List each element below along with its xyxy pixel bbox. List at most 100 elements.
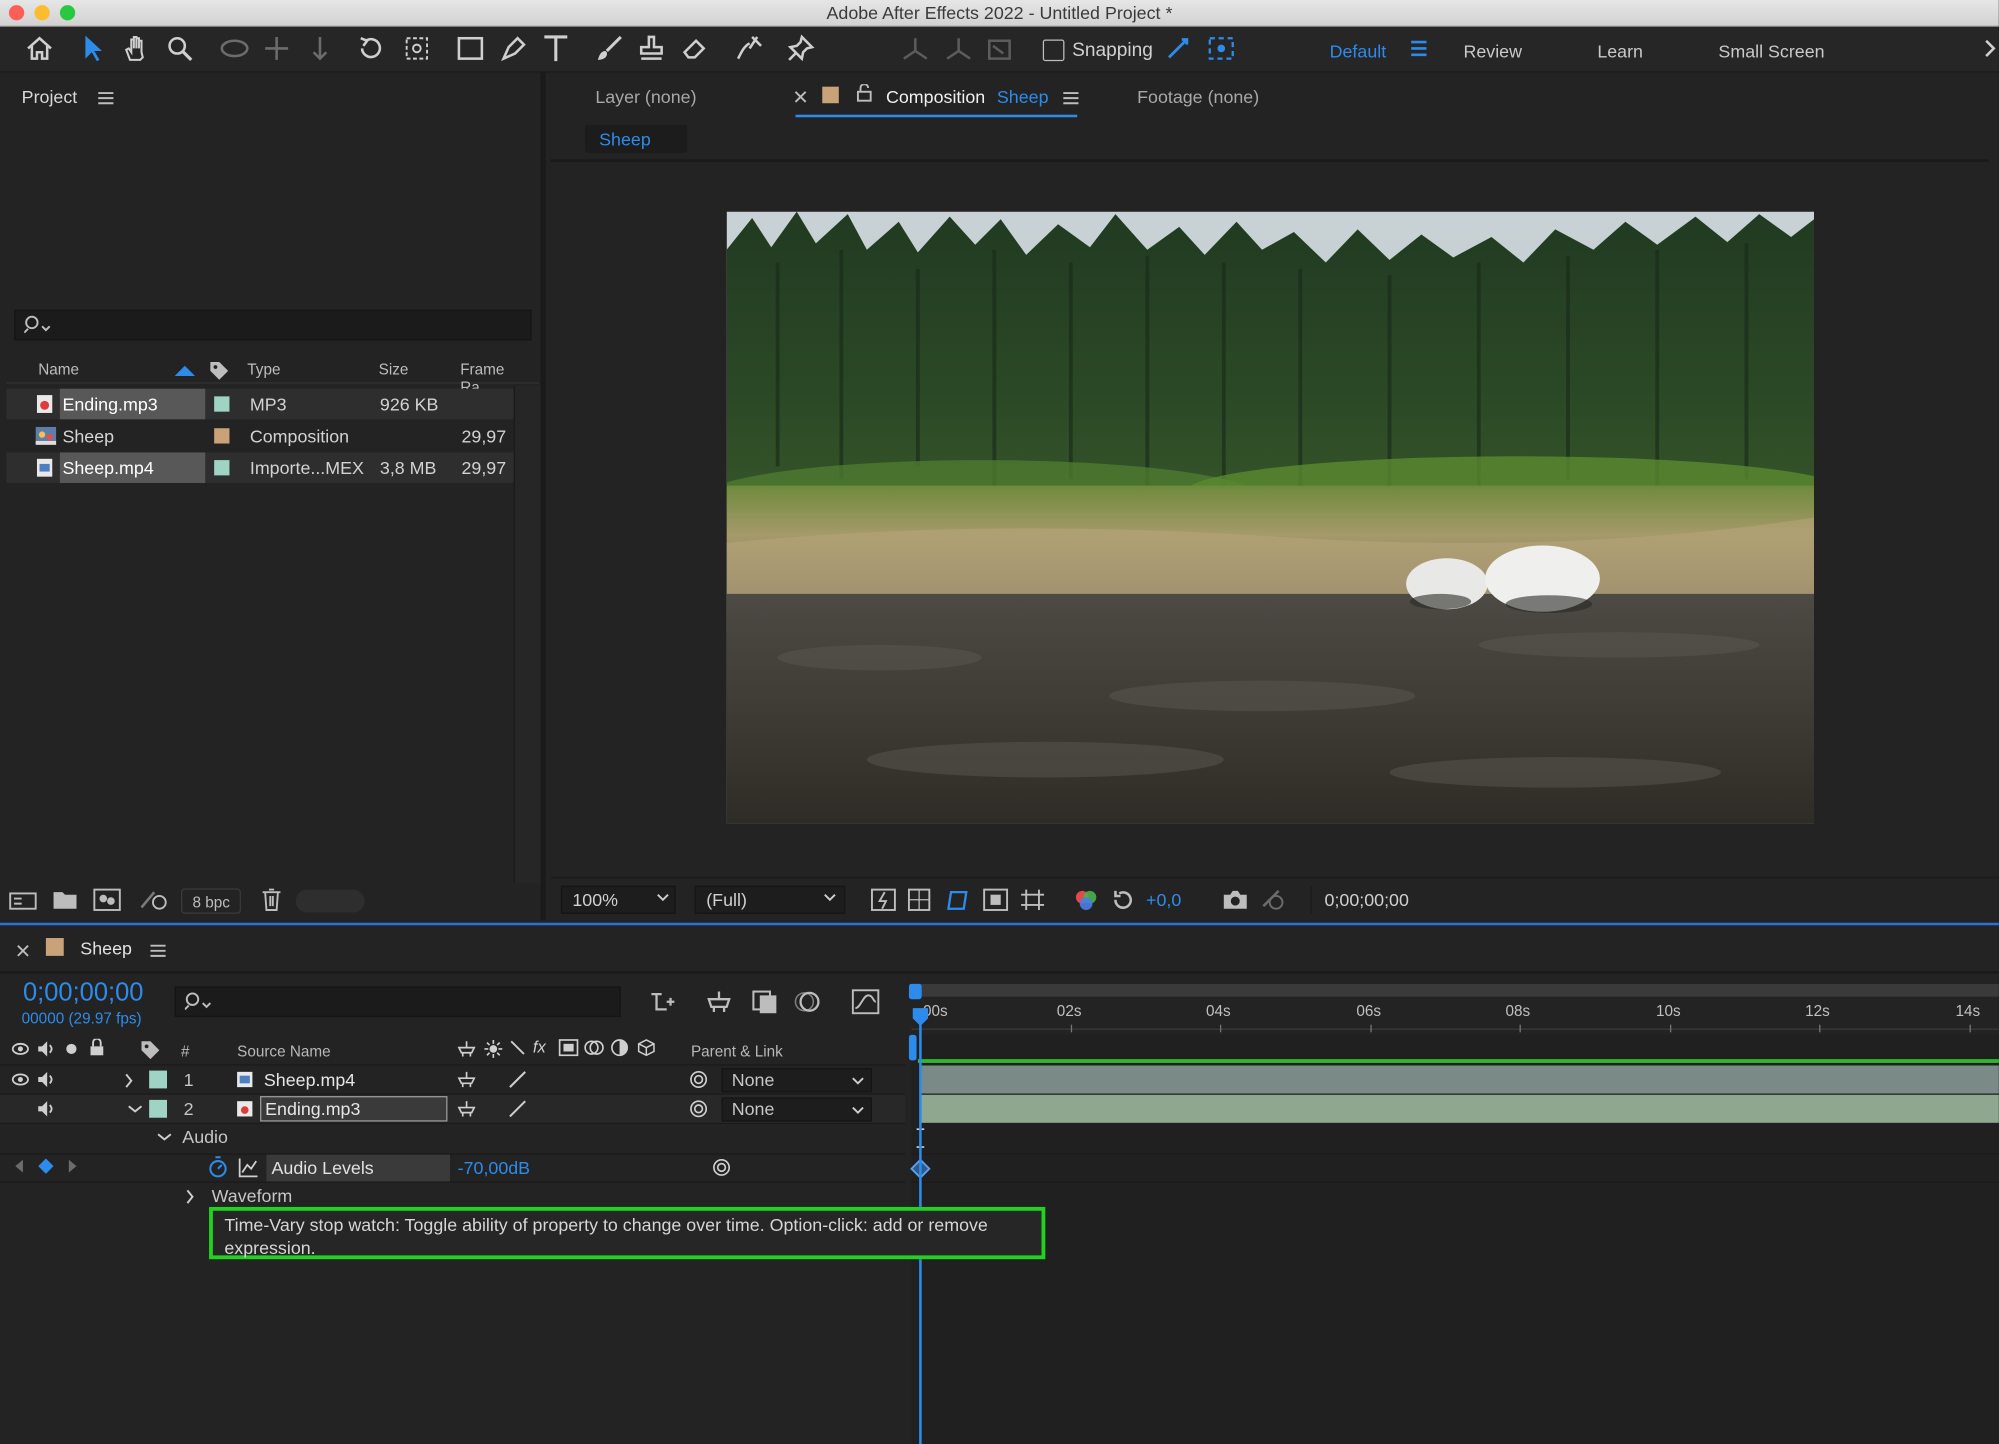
orbit-camera-icon[interactable] [219, 37, 250, 60]
roto-brush-tool-icon[interactable] [734, 33, 765, 64]
expand-chevron-icon[interactable] [185, 1189, 195, 1204]
waveform-label[interactable]: Waveform [212, 1185, 293, 1205]
axis-world-icon[interactable] [943, 36, 974, 61]
project-settings-icon[interactable] [139, 888, 170, 911]
work-area-bar[interactable] [911, 983, 1999, 997]
composition-flowchart-icon[interactable] [649, 989, 677, 1014]
close-tab-icon[interactable] [794, 90, 807, 103]
collapse-chevron-icon[interactable] [127, 1104, 143, 1114]
effects-fx-icon[interactable]: fx [533, 1037, 546, 1056]
quality-switch-icon[interactable] [507, 1100, 527, 1118]
layer-bar-ending-mp3[interactable] [920, 1094, 1999, 1123]
shy-switch-icon[interactable] [456, 1040, 476, 1058]
snap-features-icon[interactable] [1206, 34, 1237, 62]
project-search-input[interactable] [14, 309, 532, 341]
collapse-chevron-icon[interactable] [157, 1132, 172, 1142]
tab-composition-name[interactable]: Sheep [997, 87, 1049, 107]
project-scrollbar[interactable] [513, 386, 541, 884]
workspace-review[interactable]: Review [1463, 41, 1522, 61]
project-item-sheep-comp[interactable]: Sheep Composition 29,97 [6, 421, 513, 452]
rotation-tool-icon[interactable] [357, 34, 385, 62]
column-source-name[interactable]: Source Name [237, 1043, 331, 1061]
tab-layer[interactable]: Layer (none) [595, 87, 696, 107]
home-icon[interactable] [25, 36, 53, 61]
draft-3d-icon[interactable] [705, 989, 733, 1014]
project-menu-icon[interactable] [98, 90, 114, 105]
label-swatch[interactable] [214, 396, 230, 412]
next-keyframe-icon[interactable] [68, 1159, 78, 1173]
show-snapshot-icon[interactable] [1261, 888, 1286, 911]
tab-composition[interactable]: Composition [886, 87, 985, 107]
audio-levels-name-field[interactable]: Audio Levels [266, 1154, 451, 1182]
rectangle-tool-icon[interactable] [456, 36, 484, 61]
lock-icon[interactable] [89, 1038, 104, 1057]
new-composition-icon[interactable] [93, 888, 121, 911]
layer-bar-sheep-mp4[interactable] [920, 1065, 1999, 1094]
layer-source-name[interactable]: Sheep.mp4 [264, 1069, 355, 1089]
more-workspaces-chevron-icon[interactable] [1984, 39, 1997, 58]
reset-exposure-icon[interactable] [1112, 888, 1135, 911]
audio-group-label[interactable]: Audio [182, 1127, 228, 1147]
pick-whip-icon[interactable] [688, 1099, 708, 1119]
new-folder-icon[interactable] [52, 890, 77, 910]
workspace-small-screen[interactable]: Small Screen [1718, 41, 1824, 61]
shy-switch-icon[interactable] [456, 1100, 476, 1118]
thumbnail-zoom-slider[interactable] [295, 889, 365, 913]
label-tag-icon[interactable] [140, 1040, 160, 1060]
grid-guides-icon[interactable] [1020, 888, 1045, 911]
frame-blend-switch-icon[interactable] [558, 1039, 579, 1057]
work-area-start-handle[interactable] [908, 983, 922, 1000]
timeline-tab-title[interactable]: Sheep [80, 938, 132, 958]
puppet-pin-tool-icon[interactable] [787, 34, 815, 62]
parent-dropdown[interactable]: None [721, 1068, 872, 1093]
layer-label-swatch[interactable] [149, 1099, 167, 1118]
workspace-learn[interactable]: Learn [1597, 41, 1643, 61]
column-size[interactable]: Size [379, 361, 409, 384]
pick-whip-icon[interactable] [688, 1069, 708, 1089]
label-swatch[interactable] [214, 460, 230, 476]
graph-editor-icon[interactable] [851, 989, 880, 1015]
snap-edges-icon[interactable] [1164, 34, 1195, 62]
column-name[interactable]: Name [38, 361, 79, 384]
workspace-menu-icon[interactable] [1410, 40, 1428, 58]
expand-chevron-icon[interactable] [124, 1073, 134, 1088]
project-item-ending-mp3[interactable]: Ending.mp3 MP3 926 KB [6, 388, 541, 420]
transparency-grid-icon[interactable] [907, 888, 931, 911]
snapshot-camera-icon[interactable] [1223, 888, 1248, 911]
sort-ascending-icon[interactable] [174, 365, 196, 376]
shy-switch-icon[interactable] [456, 1071, 476, 1089]
keyframe-diamond-icon[interactable] [38, 1158, 54, 1174]
quality-switch-icon[interactable] [509, 1039, 527, 1057]
3d-layer-icon[interactable] [637, 1039, 655, 1057]
layer-name-edit-field[interactable]: Ending.mp3 [260, 1096, 448, 1122]
adjustment-layer-icon[interactable] [611, 1039, 629, 1057]
bit-depth-button[interactable]: 8 bpc [181, 888, 241, 914]
trash-icon[interactable] [261, 888, 281, 911]
axis-view-icon[interactable] [985, 36, 1013, 61]
solo-dot-icon[interactable] [65, 1043, 78, 1056]
fast-previews-icon[interactable] [871, 888, 896, 911]
pick-whip-icon[interactable] [711, 1157, 731, 1177]
audio-speaker-icon[interactable] [37, 1040, 57, 1058]
audio-speaker-icon[interactable] [37, 1100, 57, 1118]
stopwatch-icon[interactable] [208, 1156, 228, 1179]
clone-stamp-tool-icon[interactable] [637, 34, 665, 62]
playhead-handle-icon[interactable] [911, 1007, 929, 1027]
interpret-footage-icon[interactable] [9, 890, 37, 913]
layer-label-swatch[interactable] [149, 1070, 167, 1089]
quality-switch-icon[interactable] [507, 1071, 527, 1089]
collapse-transformations-icon[interactable] [483, 1039, 503, 1059]
selection-tool-icon[interactable] [82, 34, 105, 62]
channel-rgb-icon[interactable] [1073, 888, 1098, 911]
hand-tool-icon[interactable] [122, 34, 150, 62]
composition-viewer[interactable] [726, 211, 1815, 824]
audio-levels-value[interactable]: -70,00dB [458, 1157, 530, 1177]
parent-dropdown[interactable]: None [721, 1097, 872, 1122]
layer-row-2[interactable]: 2 Ending.mp3 None [0, 1094, 906, 1125]
zoom-tool-icon[interactable] [166, 34, 194, 62]
eraser-tool-icon[interactable] [681, 34, 709, 62]
timeline-menu-icon[interactable] [150, 943, 166, 958]
current-time-display[interactable]: 0;00;00;00 [23, 979, 144, 1008]
viewer-current-time[interactable]: 0;00;00;00 [1310, 885, 1425, 914]
timeline-search-input[interactable] [174, 986, 621, 1018]
